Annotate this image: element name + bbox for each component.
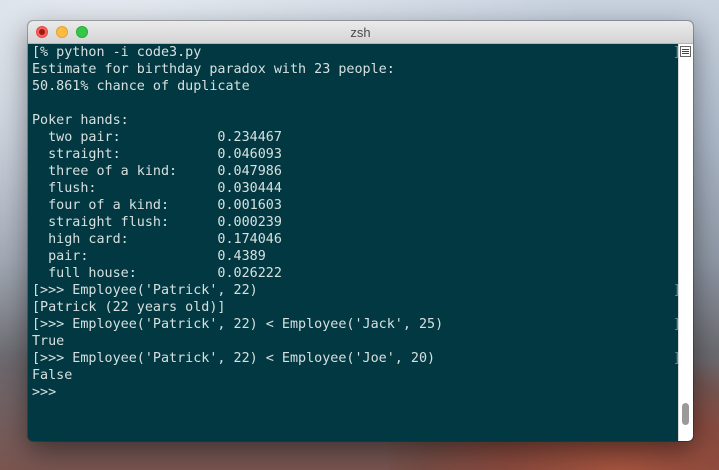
terminal-line: four of a kind: 0.001603 xyxy=(32,198,282,213)
menu-line xyxy=(682,51,689,52)
terminal-line: Poker hands: xyxy=(32,113,129,128)
terminal-line: high card: 0.174046 xyxy=(32,232,282,247)
title-bar[interactable]: zsh xyxy=(28,21,693,44)
terminal-line: [>>> Employee('Patrick', 22) < Employee(… xyxy=(32,351,436,366)
terminal-line: [>>> Employee('Patrick', 22) xyxy=(32,283,258,298)
terminal-line: full house: 0.026222 xyxy=(32,266,282,281)
terminal-line: Estimate for birthday paradox with 23 pe… xyxy=(32,62,395,77)
terminal-output[interactable]: [% python -i code3.py Estimate for birth… xyxy=(28,44,681,441)
terminal-line: True xyxy=(32,334,65,349)
terminal-line: pair: 0.4389 xyxy=(32,249,266,264)
terminal-line: flush: 0.030444 xyxy=(32,181,282,196)
menu-line xyxy=(682,53,689,54)
terminal-line: two pair: 0.234467 xyxy=(32,130,282,145)
terminal-line: straight flush: 0.000239 xyxy=(32,215,282,230)
menu-line xyxy=(682,49,689,50)
terminal-line: [>>> Employee('Patrick', 22) < Employee(… xyxy=(32,317,444,332)
scrollbar-thumb[interactable] xyxy=(682,403,689,425)
terminal-window: zsh [% python -i code3.py Estimate for b… xyxy=(28,21,693,441)
terminal-line: [Patrick (22 years old)] xyxy=(32,300,226,315)
vertical-scrollbar[interactable] xyxy=(678,44,693,441)
terminal-line: [% python -i code3.py xyxy=(32,45,202,60)
terminal-line: three of a kind: 0.047986 xyxy=(32,164,282,179)
scrollbar-menu-icon[interactable] xyxy=(680,46,691,57)
terminal-line: False xyxy=(32,368,73,383)
window-title: zsh xyxy=(350,25,371,40)
terminal-line: straight: 0.046093 xyxy=(32,147,282,162)
terminal-line: 50.861% chance of duplicate xyxy=(32,79,250,94)
terminal-prompt: >>> xyxy=(32,385,57,400)
